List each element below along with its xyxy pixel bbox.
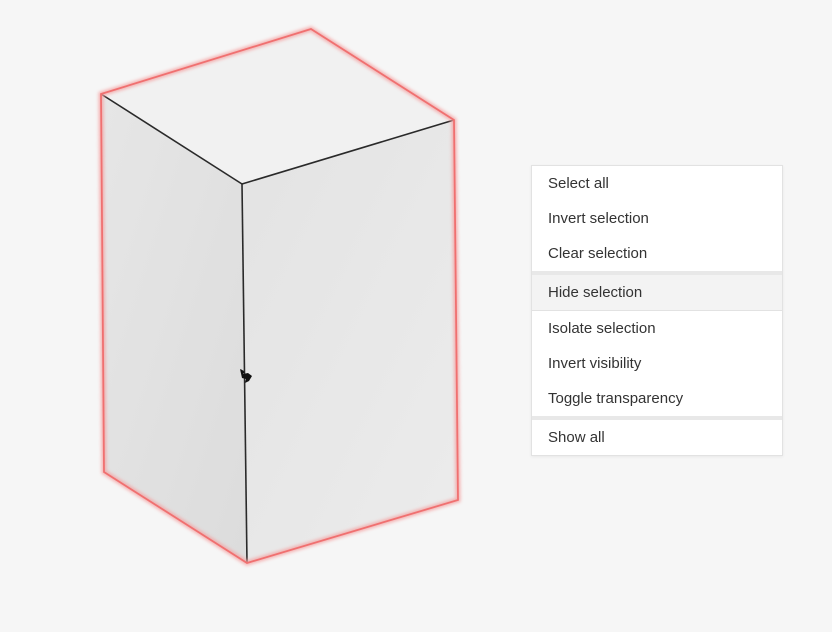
3d-viewport[interactable]: Select all Invert selection Clear select…: [0, 0, 832, 632]
context-menu: Select all Invert selection Clear select…: [531, 165, 783, 456]
menu-item-invert-selection[interactable]: Invert selection: [532, 201, 782, 236]
menu-item-hide-selection[interactable]: Hide selection: [532, 275, 782, 310]
menu-item-invert-visibility[interactable]: Invert visibility: [532, 346, 782, 381]
menu-item-clear-selection[interactable]: Clear selection: [532, 236, 782, 271]
box-right-face[interactable]: [242, 120, 458, 563]
menu-item-select-all[interactable]: Select all: [532, 166, 782, 201]
menu-item-isolate-selection[interactable]: Isolate selection: [532, 311, 782, 346]
menu-item-show-all[interactable]: Show all: [532, 420, 782, 455]
menu-item-toggle-transparency[interactable]: Toggle transparency: [532, 381, 782, 416]
